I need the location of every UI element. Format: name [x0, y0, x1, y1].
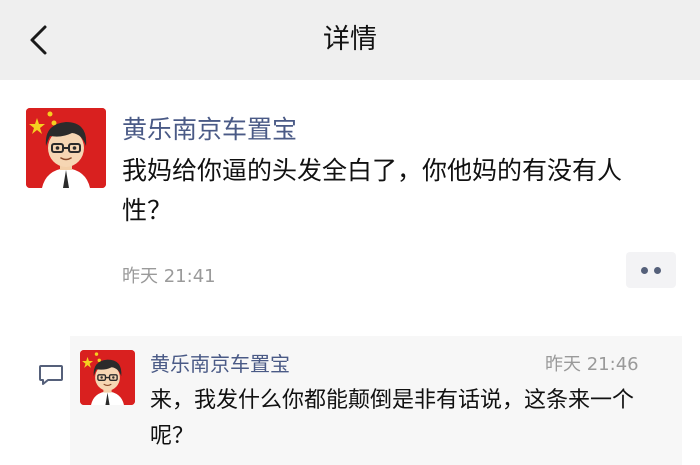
more-dots-icon [641, 266, 648, 274]
comment-icon [39, 365, 63, 385]
comment-author-name[interactable]: 黄乐南京车置宝 [150, 348, 290, 377]
top-nav-bar: 详情 [0, 0, 700, 80]
comment-author-avatar[interactable] [80, 350, 135, 405]
author-avatar[interactable] [26, 108, 106, 188]
post-content: 我妈给你逼的头发全白了，你他妈的有没有人性？ [122, 156, 623, 225]
post-author-name[interactable]: 黄乐南京车置宝 [122, 110, 297, 146]
more-dots-icon [654, 266, 661, 274]
comment-timestamp: 昨天 21:46 [545, 354, 639, 375]
comment-content: 来，我发什么你都能颠倒是非有话说，这条来一个呢？ [150, 388, 635, 449]
chevron-left-icon [30, 25, 47, 55]
back-button[interactable] [18, 20, 58, 60]
avatar-image [26, 108, 106, 188]
detail-page: 详情 黄乐南京车置宝 我妈给你逼的头发全白了，你他妈的有没有人性？ 昨天 21:… [0, 0, 700, 465]
post-timestamp: 昨天 21:41 [122, 266, 216, 287]
page-title: 详情 [323, 24, 377, 55]
more-actions-button[interactable] [626, 252, 676, 288]
avatar-image [80, 350, 135, 405]
